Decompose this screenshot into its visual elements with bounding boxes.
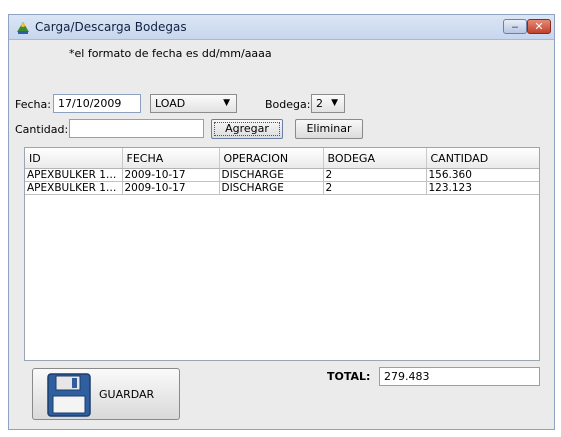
date-format-note: *el formato de fecha es dd/mm/aaaa	[69, 47, 272, 60]
total-label: TOTAL:	[327, 370, 371, 383]
cantidad-input[interactable]	[69, 119, 204, 138]
chevron-down-icon: ▼	[223, 98, 230, 108]
guardar-label: GUARDAR	[99, 388, 155, 401]
cell-fecha: 2009-10-17	[122, 181, 220, 195]
cell-operacion: DISCHARGE	[219, 181, 324, 195]
column-header-operacion[interactable]: OPERACION	[219, 148, 324, 169]
column-header-id[interactable]: ID	[25, 148, 123, 169]
title-bar[interactable]: Carga/Descarga Bodegas ‒ ✕	[9, 15, 554, 40]
column-header-bodega[interactable]: BODEGA	[323, 148, 427, 169]
column-header-fecha[interactable]: FECHA	[122, 148, 220, 169]
column-header-cantidad[interactable]: CANTIDAD	[426, 148, 539, 169]
close-button[interactable]: ✕	[527, 19, 551, 34]
cell-fecha: 2009-10-17	[122, 168, 220, 182]
floppy-disk-icon	[47, 373, 91, 417]
agregar-button[interactable]: Agregar	[211, 119, 283, 139]
cell-bodega: 2	[323, 181, 427, 195]
bodega-select-value: 2	[316, 97, 323, 110]
cell-operacion: DISCHARGE	[219, 168, 324, 182]
guardar-button[interactable]: GUARDAR	[32, 368, 180, 420]
operation-select[interactable]: LOAD ▼	[150, 94, 237, 113]
app-icon	[17, 22, 29, 34]
table-row[interactable]: APEXBULKER 12... 2009-10-17 DISCHARGE 2 …	[25, 168, 539, 182]
cantidad-label: Cantidad:	[15, 123, 69, 136]
minimize-button[interactable]: ‒	[503, 19, 527, 34]
main-window: Carga/Descarga Bodegas ‒ ✕ *el formato d…	[8, 14, 555, 430]
cell-cantidad: 123.123	[426, 181, 539, 195]
chevron-down-icon: ▼	[331, 98, 338, 108]
bodega-select[interactable]: 2 ▼	[311, 94, 345, 113]
records-table[interactable]: ID FECHA OPERACION BODEGA CANTIDAD APEXB…	[24, 147, 540, 361]
cell-id: APEXBULKER 12...	[25, 168, 123, 182]
cell-id: APEXBULKER 12...	[25, 181, 123, 195]
table-row[interactable]: APEXBULKER 12... 2009-10-17 DISCHARGE 2 …	[25, 181, 539, 195]
fecha-input[interactable]: 17/10/2009	[53, 94, 141, 113]
table-header-row: ID FECHA OPERACION BODEGA CANTIDAD	[25, 148, 539, 169]
eliminar-button[interactable]: Eliminar	[295, 119, 363, 139]
cell-cantidad: 156.360	[426, 168, 539, 182]
fecha-label: Fecha:	[15, 98, 51, 111]
total-field: 279.483	[379, 367, 540, 386]
cell-bodega: 2	[323, 168, 427, 182]
window-title: Carga/Descarga Bodegas	[35, 20, 187, 34]
operation-select-value: LOAD	[155, 97, 186, 110]
bodega-label: Bodega:	[265, 98, 311, 111]
